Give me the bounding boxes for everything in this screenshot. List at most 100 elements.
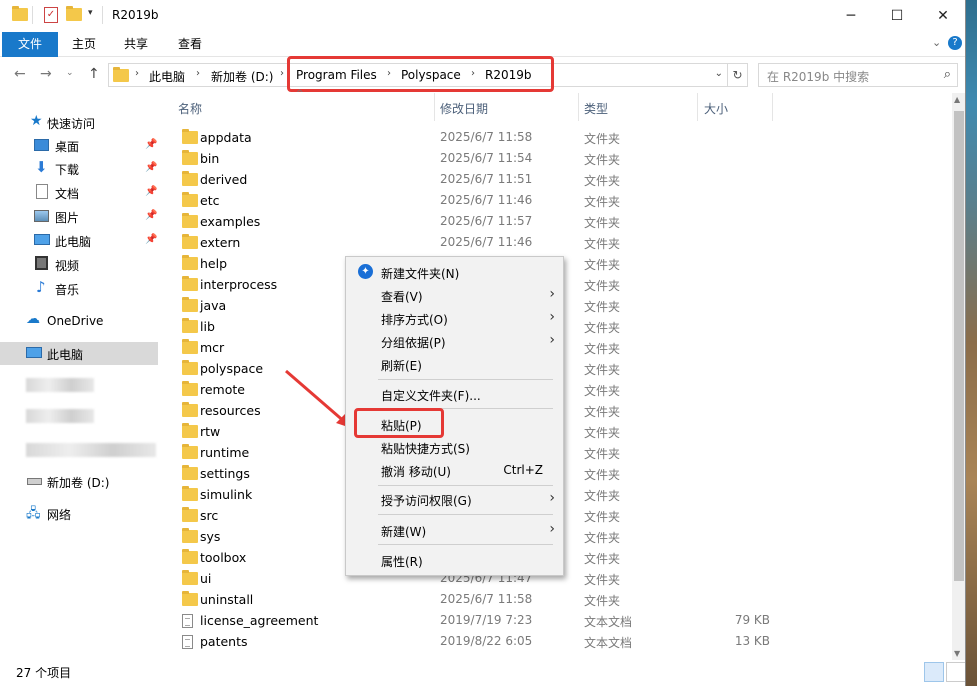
- search-input[interactable]: 在 R2019b 中搜索: [767, 68, 869, 85]
- minimize-button[interactable]: ─: [828, 0, 874, 32]
- column-header-size[interactable]: 大小: [704, 100, 728, 117]
- address-highlight-box: [287, 56, 554, 92]
- nav-label: 文档: [55, 187, 80, 201]
- close-button[interactable]: ✕: [920, 0, 965, 32]
- computer-icon: [26, 347, 42, 358]
- maximize-button[interactable]: ☐: [874, 0, 920, 32]
- file-name: ui: [200, 571, 212, 586]
- search-icon[interactable]: ⌕: [944, 67, 951, 82]
- sidebar-item-network[interactable]: 🖧 网络: [0, 502, 158, 525]
- sidebar-item-videos[interactable]: 视频: [0, 253, 158, 276]
- menu-customize[interactable]: 自定义文件夹(F)...: [348, 383, 561, 405]
- sidebar-item-downloads[interactable]: ⬇ 下载 📌: [0, 157, 158, 180]
- menu-new[interactable]: 新建(W) ›: [348, 519, 561, 541]
- status-bar: 27 个项目: [0, 660, 965, 686]
- star-icon: ★: [30, 113, 43, 129]
- refresh-icon[interactable]: ↻: [728, 63, 748, 87]
- scrollbar-thumb[interactable]: [954, 111, 964, 581]
- folder-icon: [182, 486, 198, 501]
- table-row[interactable]: extern 2025/6/7 11:46 文件夹: [178, 232, 948, 253]
- table-row[interactable]: appdata 2025/6/7 11:58 文件夹: [178, 127, 948, 148]
- tab-share[interactable]: 共享: [114, 32, 158, 57]
- text-file-icon: [182, 635, 193, 649]
- menu-new-folder[interactable]: ✦ 新建文件夹(N): [348, 261, 561, 283]
- menu-grant-access[interactable]: 授予访问权限(G) ›: [348, 488, 561, 510]
- folder-icon: [182, 381, 198, 396]
- column-header-name[interactable]: 名称: [178, 100, 202, 117]
- window-title: R2019b: [112, 8, 159, 22]
- menu-separator: [378, 485, 553, 486]
- sidebar-item-onedrive[interactable]: ☁ OneDrive: [0, 310, 158, 333]
- folder-icon: [182, 465, 198, 480]
- file-type: 文件夹: [584, 531, 621, 545]
- search-box[interactable]: 在 R2019b 中搜索 ⌕: [758, 63, 958, 87]
- pin-icon[interactable]: 📌: [145, 186, 157, 197]
- table-row[interactable]: derived 2025/6/7 11:51 文件夹: [178, 169, 948, 190]
- menu-group[interactable]: 分组依据(P) ›: [348, 330, 561, 352]
- file-type: 文件夹: [584, 342, 621, 356]
- breadcrumb-this-pc[interactable]: 此电脑: [149, 68, 185, 85]
- scroll-down-icon[interactable]: ▼: [954, 649, 960, 658]
- menu-undo-move[interactable]: 撤消 移动(U) Ctrl+Z: [348, 459, 561, 481]
- column-header-type[interactable]: 类型: [584, 100, 608, 117]
- table-row[interactable]: patents 2019/8/22 6:05 文本文档 13 KB: [178, 631, 948, 652]
- back-icon[interactable]: ←: [14, 66, 26, 82]
- forward-icon[interactable]: →: [40, 66, 52, 82]
- pin-icon[interactable]: 📌: [145, 210, 157, 221]
- table-row[interactable]: examples 2025/6/7 11:57 文件夹: [178, 211, 948, 232]
- menu-paste-shortcut[interactable]: 粘贴快捷方式(S): [348, 436, 561, 458]
- address-dropdown-icon[interactable]: ⌄: [715, 68, 723, 79]
- table-row[interactable]: uninstall 2025/6/7 11:58 文件夹: [178, 589, 948, 610]
- cloud-icon: ☁: [26, 311, 40, 327]
- sidebar-item-music[interactable]: ♪ 音乐: [0, 277, 158, 300]
- pin-icon[interactable]: 📌: [145, 234, 157, 245]
- menu-label: 新建文件夹(N): [381, 267, 460, 281]
- column-header-date[interactable]: 修改日期: [440, 100, 488, 117]
- tab-file[interactable]: 文件: [2, 32, 58, 57]
- table-row[interactable]: bin 2025/6/7 11:54 文件夹: [178, 148, 948, 169]
- details-view-icon[interactable]: [924, 662, 944, 682]
- menu-view[interactable]: 查看(V) ›: [348, 284, 561, 306]
- document-icon: [36, 184, 48, 199]
- nav-quick-access[interactable]: ★ 快速访问: [0, 111, 158, 134]
- table-row[interactable]: etc 2025/6/7 11:46 文件夹: [178, 190, 948, 211]
- file-date: 2025/6/7 11:58: [440, 592, 533, 606]
- sidebar-item-documents[interactable]: 文档 📌: [0, 181, 158, 204]
- sidebar-item-pictures[interactable]: 图片 📌: [0, 205, 158, 228]
- file-type: 文件夹: [584, 216, 621, 230]
- chevron-right-icon[interactable]: ›: [280, 68, 284, 79]
- nav-label: 新加卷 (D:): [47, 476, 110, 490]
- sidebar-item-drive-d[interactable]: 新加卷 (D:): [0, 470, 158, 493]
- folder-icon: [182, 213, 198, 228]
- new-folder-quick-icon[interactable]: [66, 6, 82, 21]
- file-name: rtw: [200, 424, 221, 439]
- sidebar-item-this-pc-pinned[interactable]: 此电脑 📌: [0, 229, 158, 252]
- file-name: lib: [200, 319, 215, 334]
- properties-quick-icon[interactable]: ✓: [44, 7, 58, 23]
- chevron-right-icon[interactable]: ›: [135, 68, 139, 79]
- large-icons-view-icon[interactable]: [946, 662, 965, 682]
- up-icon[interactable]: ↑: [88, 66, 100, 82]
- ribbon-expand-icon[interactable]: ⌄: [932, 36, 941, 49]
- sidebar-item-this-pc[interactable]: 此电脑: [0, 342, 158, 365]
- quick-access-dropdown-icon[interactable]: ▾: [88, 8, 93, 18]
- nav-label: 视频: [55, 259, 80, 273]
- recent-dropdown-icon[interactable]: ⌄: [66, 68, 74, 78]
- help-icon[interactable]: ?: [948, 36, 962, 50]
- tab-view[interactable]: 查看: [168, 32, 212, 57]
- tab-home[interactable]: 主页: [62, 32, 106, 57]
- menu-refresh[interactable]: 刷新(E): [348, 353, 561, 375]
- breadcrumb-drive[interactable]: 新加卷 (D:): [211, 68, 273, 85]
- pin-icon[interactable]: 📌: [145, 139, 157, 150]
- nav-label: 此电脑: [47, 348, 84, 362]
- scroll-up-icon[interactable]: ▲: [954, 95, 960, 104]
- menu-properties[interactable]: 属性(R): [348, 549, 561, 571]
- chevron-right-icon[interactable]: ›: [196, 68, 200, 79]
- vertical-scrollbar[interactable]: ▲ ▼: [952, 93, 965, 660]
- table-row[interactable]: license_agreement 2019/7/19 7:23 文本文档 79 KB: [178, 610, 948, 631]
- folder-icon: [182, 276, 198, 291]
- menu-sort[interactable]: 排序方式(O) ›: [348, 307, 561, 329]
- sidebar-item-desktop[interactable]: 桌面 📌: [0, 134, 158, 157]
- pin-icon[interactable]: 📌: [145, 162, 157, 173]
- folder-icon: [182, 129, 198, 144]
